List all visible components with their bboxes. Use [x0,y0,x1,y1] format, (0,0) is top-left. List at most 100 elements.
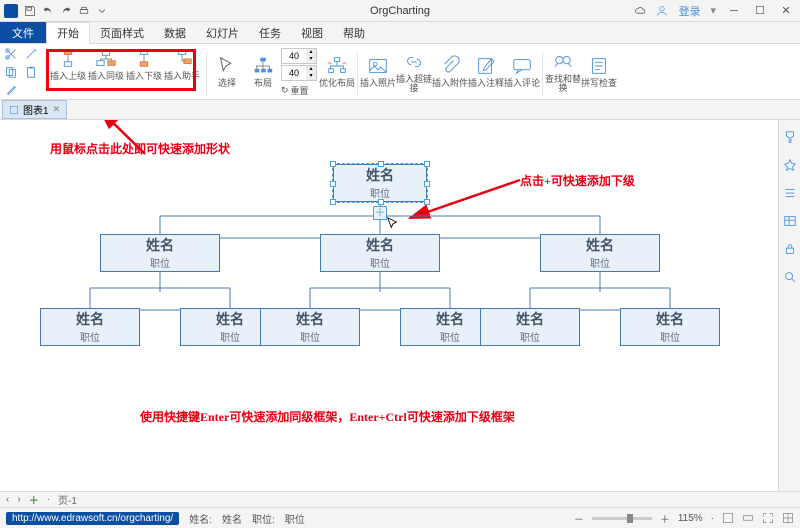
cursor-icon [386,216,400,230]
org-node[interactable]: 姓名职位 [40,308,140,346]
left-toolbox [0,44,46,100]
login-link[interactable]: 登录 [678,3,700,19]
resize-handle[interactable] [424,181,430,187]
undo-icon[interactable] [42,5,54,17]
org-node[interactable]: 姓名职位 [540,234,660,272]
spacing-controls: 40▴▾ 40▴▾ ↻重置 [281,46,317,97]
tab-close-icon[interactable]: ✕ [53,104,61,115]
menu-pagestyle[interactable]: 页面样式 [90,22,154,43]
status-name-value: 姓名 [222,511,242,526]
insert-assistant-button[interactable]: 插入助手 [164,48,200,81]
page-prev-button[interactable]: ‹ [6,494,9,505]
fullscreen-icon[interactable] [762,512,774,524]
reset-spacing-button[interactable]: ↻重置 [281,84,317,97]
insert-comment-button[interactable]: 插入评论 [504,55,540,88]
brush-icon[interactable] [4,83,18,97]
menubar: 文件 开始 页面样式 数据 幻灯片 任务 视图 帮助 [0,22,800,44]
canvas[interactable]: 用鼠标点击此处即可快速添加形状 点击+可快速添加下级 使用快捷键Enter可快速… [0,120,800,492]
save-icon[interactable] [24,5,36,17]
add-child-button[interactable]: ＋ [373,206,387,220]
fit-page-icon[interactable] [722,512,734,524]
org-chart: 姓名 职位 ＋ 姓名职位 姓名职位 姓名职位 姓名职位 姓名职位 姓名职位 姓名… [0,120,760,492]
fit-width-icon[interactable] [742,512,754,524]
app-logo-icon [4,4,18,18]
wand-icon[interactable] [24,47,38,61]
status-url: http://www.edrawsoft.cn/orgcharting/ [6,512,179,525]
document-tabs: 图表1 ✕ [0,100,800,120]
resize-handle[interactable] [330,181,336,187]
search-icon[interactable] [783,270,797,284]
select-button[interactable]: 选择 [209,55,245,88]
insert-superior-button[interactable]: 插入上级 [50,48,86,81]
resize-handle[interactable] [330,161,336,167]
statusbar: http://www.edrawsoft.cn/orgcharting/ 姓名:… [0,508,800,528]
insert-subordinate-button[interactable]: 插入下级 [126,48,162,81]
right-sidebar [778,120,800,491]
org-node[interactable]: 姓名职位 [620,308,720,346]
grid-icon[interactable] [782,512,794,524]
zoom-out-button[interactable]: － [574,511,584,526]
insert-attachment-button[interactable]: 插入附件 [432,55,468,88]
org-node[interactable]: 姓名职位 [260,308,360,346]
list-icon[interactable] [783,186,797,200]
page-next-button[interactable]: › [17,494,20,505]
page-tab[interactable]: 页-1 [58,492,77,507]
zoom-level: 115% [678,513,703,524]
spellcheck-button[interactable]: 拼写检查 [581,55,617,88]
menu-data[interactable]: 数据 [154,22,196,43]
menu-tasks[interactable]: 任务 [249,22,291,43]
maximize-button[interactable]: ☐ [752,3,768,19]
copy-icon[interactable] [4,65,18,79]
menu-help[interactable]: 帮助 [333,22,375,43]
theme-icon[interactable] [783,158,797,172]
optimize-layout-button[interactable]: 优化布局 [319,55,355,88]
scissors-icon[interactable] [4,47,18,61]
format-painter-icon[interactable] [783,130,797,144]
menu-view[interactable]: 视图 [291,22,333,43]
redo-icon[interactable] [60,5,72,17]
status-pos-value: 职位 [285,511,305,526]
zoom-in-button[interactable]: ＋ [660,511,670,526]
resize-handle[interactable] [330,199,336,205]
insert-group: 插入上级 插入同级 插入下级 插入助手 [46,44,204,99]
add-page-button[interactable]: ＋ [29,492,39,507]
resize-handle[interactable] [378,199,384,205]
h-spacing-spinner[interactable]: 40▴▾ [281,48,317,64]
menu-file[interactable]: 文件 [0,22,46,43]
zoom-slider[interactable] [592,517,652,520]
lock-icon[interactable] [783,242,797,256]
org-node[interactable]: 姓名职位 [480,308,580,346]
resize-handle[interactable] [378,161,384,167]
document-tab-label: 图表1 [23,102,49,117]
paste-icon[interactable] [24,65,38,79]
layout-button[interactable]: 布局 [245,55,281,88]
app-title: OrgCharting [370,5,430,17]
insert-note-button[interactable]: 插入注释 [468,55,504,88]
insert-peer-button[interactable]: 插入同级 [88,48,124,81]
status-name-label: 姓名: [189,511,212,526]
user-icon [656,5,668,17]
minimize-button[interactable]: ─ [726,3,742,19]
v-spacing-spinner[interactable]: 40▴▾ [281,65,317,81]
resize-handle[interactable] [424,199,430,205]
org-node[interactable]: 姓名职位 [100,234,220,272]
resize-handle[interactable] [424,161,430,167]
menu-slides[interactable]: 幻灯片 [196,22,249,43]
cloud-icon[interactable] [634,5,646,17]
document-tab[interactable]: 图表1 ✕ [2,100,67,119]
menu-start[interactable]: 开始 [46,22,90,44]
status-pos-label: 职位: [252,511,275,526]
ribbon: 插入上级 插入同级 插入下级 插入助手 选择 布局 40▴▾ 40▴▾ ↻重置 … [0,44,800,100]
data-icon[interactable] [783,214,797,228]
org-node[interactable]: 姓名职位 [320,234,440,272]
find-replace-button[interactable]: 查找和替换 [545,51,581,93]
insert-photo-button[interactable]: 插入照片 [360,55,396,88]
qat-dropdown-icon[interactable] [96,5,108,17]
insert-hyperlink-button[interactable]: 插入超链接 [396,51,432,93]
page-tabs: ‹ › ＋ · 页-1 [0,492,800,508]
titlebar: OrgCharting 登录 ▾ ─ ☐ ✕ [0,0,800,22]
chart-icon [9,105,19,115]
print-icon[interactable] [78,5,90,17]
close-button[interactable]: ✕ [778,3,794,19]
org-node-root[interactable]: 姓名 职位 [333,164,427,202]
